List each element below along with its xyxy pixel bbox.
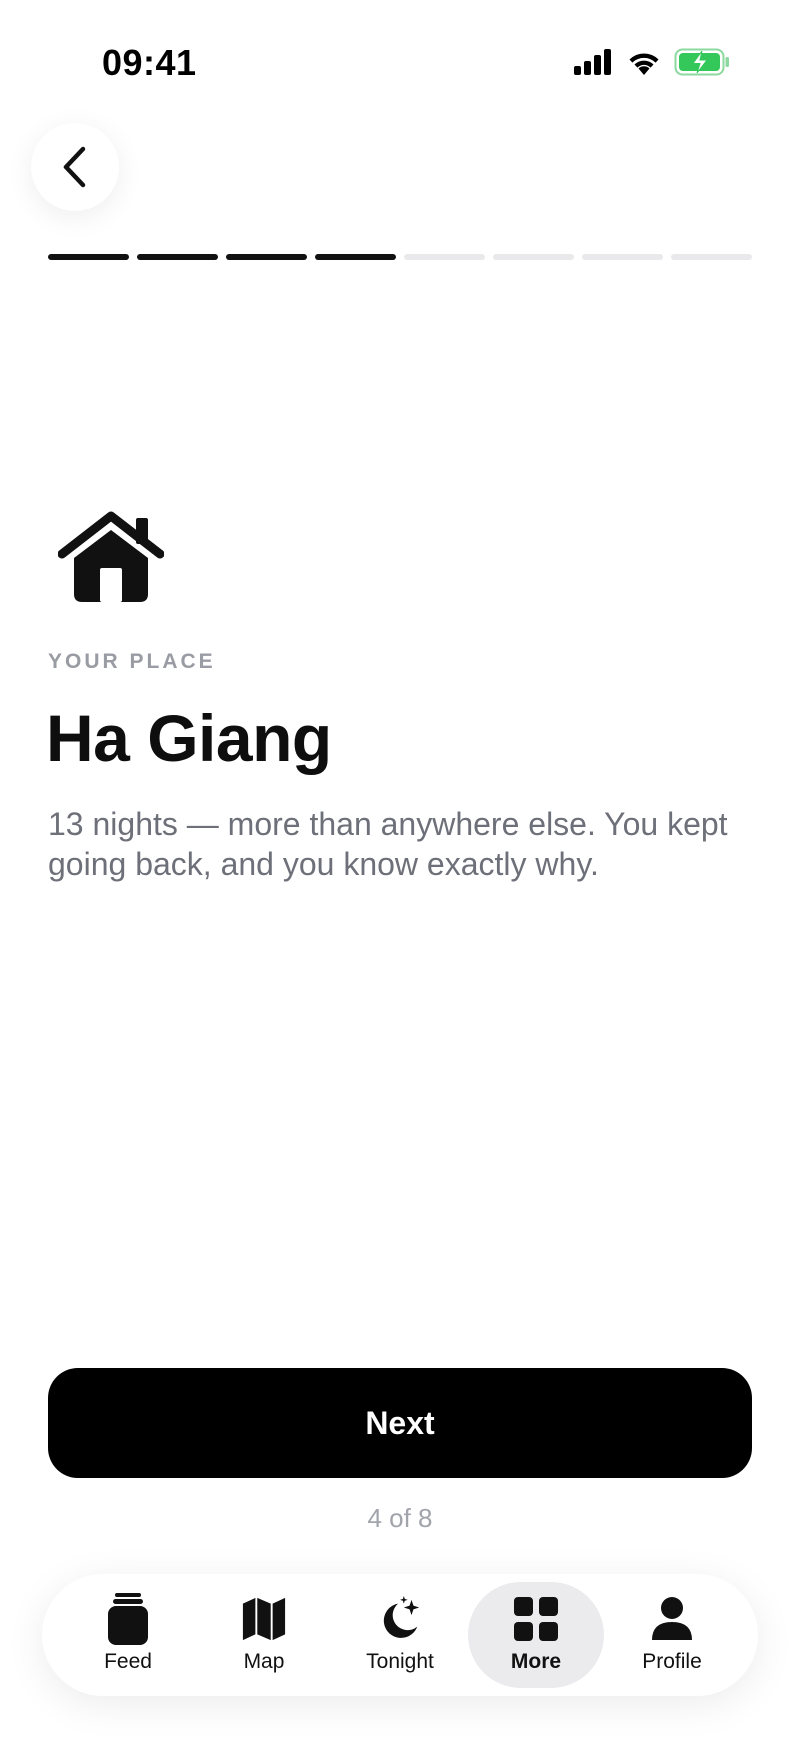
- tab-label: Feed: [104, 1650, 152, 1673]
- progress-segment-pending: [582, 254, 663, 260]
- wifi-icon: [626, 49, 662, 80]
- status-time: 09:41: [102, 42, 197, 83]
- description-text: 13 nights — more than anywhere else. You…: [48, 806, 728, 882]
- tab-profile[interactable]: Profile: [604, 1582, 740, 1688]
- tab-label: Tonight: [366, 1650, 434, 1673]
- jar-icon: [105, 1593, 151, 1645]
- tab-label: Map: [243, 1650, 285, 1673]
- tab-label: More: [510, 1650, 562, 1673]
- progress-segment-pending: [671, 254, 752, 260]
- next-button[interactable]: Next: [48, 1368, 752, 1478]
- progress-segment-pending: [493, 254, 574, 260]
- progress-segment-complete: [48, 254, 129, 260]
- tab-tonight[interactable]: Tonight: [332, 1582, 468, 1688]
- status-icons: [574, 48, 730, 81]
- progress-indicator: [48, 254, 752, 260]
- progress-segment-complete: [315, 254, 396, 260]
- tab-bar: Feed Map Tonight More Profile: [42, 1574, 758, 1696]
- person-icon: [649, 1596, 695, 1642]
- progress-segment-complete: [137, 254, 218, 260]
- step-counter: 4 of 8: [367, 1503, 433, 1533]
- moon-stars-icon: [377, 1596, 423, 1642]
- tab-more[interactable]: More: [468, 1582, 604, 1688]
- chevron-left-icon: [63, 146, 86, 188]
- grid-icon: [513, 1596, 559, 1642]
- page-title: Ha Giang: [46, 701, 332, 775]
- section-eyebrow: YOUR PLACE: [48, 650, 216, 673]
- back-button[interactable]: [31, 123, 119, 211]
- status-bar: 09:41: [0, 0, 800, 130]
- tab-feed[interactable]: Feed: [60, 1582, 196, 1688]
- tab-map[interactable]: Map: [196, 1582, 332, 1688]
- map-icon: [241, 1596, 287, 1642]
- house-icon: [57, 508, 165, 604]
- progress-segment-complete: [226, 254, 307, 260]
- progress-segment-pending: [404, 254, 485, 260]
- cellular-signal-icon: [574, 49, 614, 80]
- battery-charging-icon: [674, 48, 730, 81]
- tab-label: Profile: [642, 1650, 702, 1673]
